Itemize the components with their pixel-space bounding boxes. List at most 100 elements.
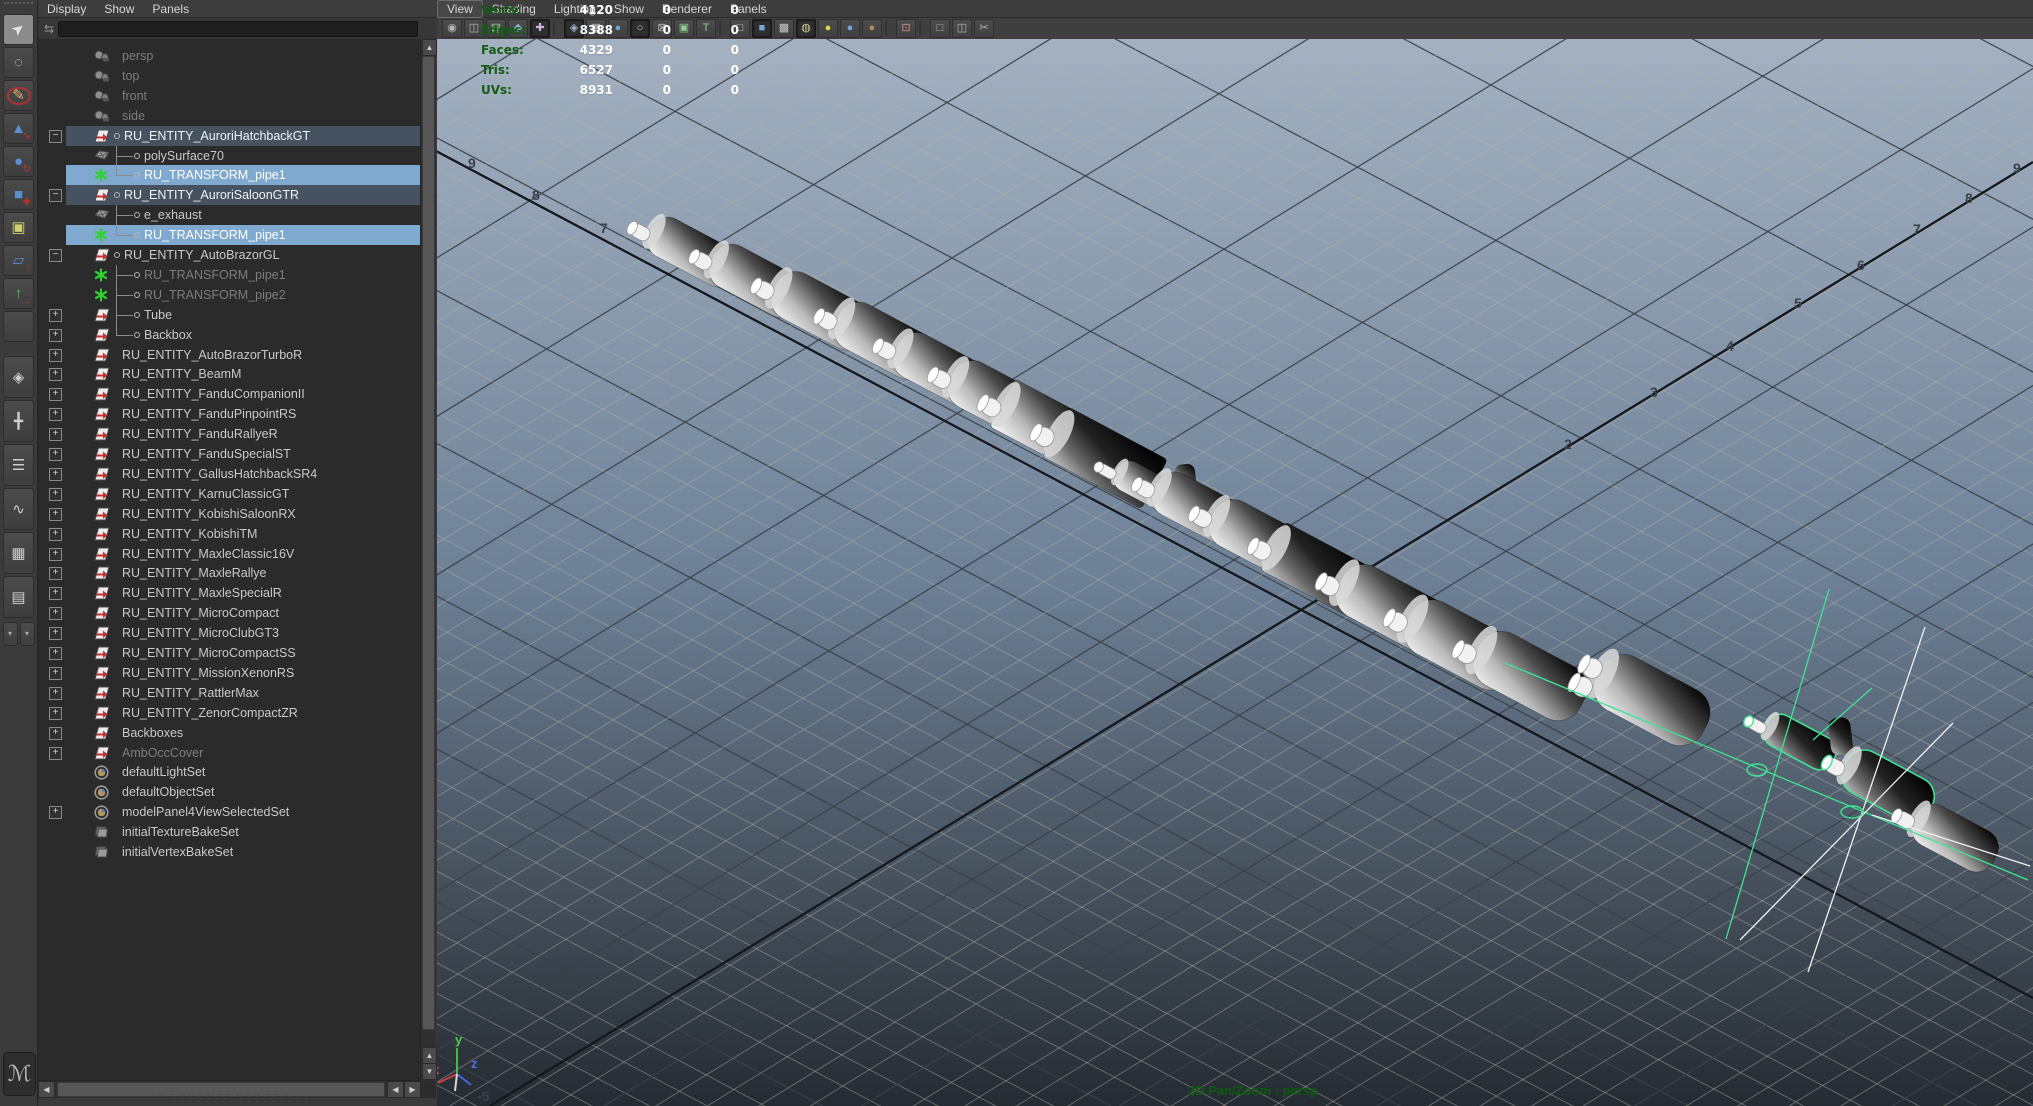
outliner-menu-panels[interactable]: Panels — [143, 1, 198, 17]
outliner-row-RU_ENTITY_MissionXenonRS[interactable]: +RU_ENTITY_MissionXenonRS — [38, 663, 421, 683]
outliner-row-RU_ENTITY_KarnuClassicGT[interactable]: +RU_ENTITY_KarnuClassicGT — [38, 484, 421, 504]
outliner-row-RU_ENTITY_MicroClubGT3[interactable]: +RU_ENTITY_MicroClubGT3 — [38, 623, 421, 643]
layout-dropdown-icon[interactable]: ▾ — [3, 622, 18, 646]
outliner-row-polySurface70[interactable]: polySurface70 — [38, 146, 421, 166]
collapse-icon[interactable]: − — [49, 130, 62, 143]
outliner-row-RU_ENTITY_AuroriHatchbackGT[interactable]: −RU_ENTITY_AuroriHatchbackGT — [38, 126, 421, 146]
outliner-row-front[interactable]: front — [38, 86, 421, 106]
outliner-row-RU_ENTITY_BeamM[interactable]: +RU_ENTITY_BeamM — [38, 364, 421, 384]
use-all-lights-icon[interactable]: ◍ — [796, 19, 816, 38]
snip-icon[interactable]: ✂ — [974, 19, 994, 38]
outliner-row-RU_ENTITY_AutoBrazorGL[interactable]: −RU_ENTITY_AutoBrazorGL — [38, 245, 421, 265]
outliner-row-RU_TRANSFORM_pipe2[interactable]: RU_TRANSFORM_pipe2 — [38, 285, 421, 305]
outliner-row-Backboxes[interactable]: +Backboxes — [38, 723, 421, 743]
single-pane-layout[interactable]: ◈ — [3, 356, 34, 398]
collapse-icon[interactable]: − — [49, 249, 62, 262]
outliner-row-RU_ENTITY_AuroriSaloonGTR[interactable]: −RU_ENTITY_AuroriSaloonGTR — [38, 185, 421, 205]
outliner-row-Tube[interactable]: +Tube — [38, 305, 421, 325]
select-tool[interactable]: ➤ — [3, 14, 34, 45]
outliner-row-RU_ENTITY_ZenorCompactZR[interactable]: +RU_ENTITY_ZenorCompactZR — [38, 703, 421, 723]
scroll-down-icon[interactable]: ▼ — [422, 1063, 437, 1080]
lasso-select-tool[interactable]: ◌ — [3, 47, 34, 78]
outliner-row-initialTextureBakeSet[interactable]: initialTextureBakeSet — [38, 822, 421, 842]
expand-icon[interactable]: + — [49, 488, 62, 501]
expand-icon[interactable]: + — [49, 687, 62, 700]
outliner-menu-show[interactable]: Show — [95, 1, 143, 17]
expand-icon[interactable]: + — [49, 468, 62, 481]
outliner-row-defaultObjectSet[interactable]: defaultObjectSet — [38, 782, 421, 802]
scale-tool[interactable]: ■✚ — [3, 179, 34, 210]
scroll-left-icon[interactable]: ◀ — [387, 1081, 404, 1098]
expand-icon[interactable]: + — [49, 667, 62, 680]
outliner-row-RU_TRANSFORM_pipe1[interactable]: RU_TRANSFORM_pipe1 — [38, 225, 421, 245]
hscroll-thumb[interactable]: · · · · · · · · · · · · · · · · · · · · — [57, 1082, 385, 1097]
rotate-tool[interactable]: ●↻ — [3, 146, 34, 177]
maya-logo-icon[interactable]: ℳ — [3, 1052, 36, 1096]
outliner-row-RU_TRANSFORM_pipe1[interactable]: RU_TRANSFORM_pipe1 — [38, 165, 421, 185]
no-light-icon[interactable]: ● — [862, 19, 882, 38]
viewport-menu-view[interactable]: View — [437, 0, 483, 18]
expand-icon[interactable]: + — [49, 388, 62, 401]
scroll-up-icon[interactable]: ▲ — [422, 39, 437, 56]
expand-icon[interactable]: + — [49, 627, 62, 640]
outliner-row-persp[interactable]: persp — [38, 46, 421, 66]
outliner-menu-display[interactable]: Display — [38, 1, 95, 17]
outliner-row-RU_ENTITY_FanduSpecialST[interactable]: +RU_ENTITY_FanduSpecialST — [38, 444, 421, 464]
scroll-up-icon[interactable]: ▲ — [422, 1047, 437, 1064]
outliner-row-RU_ENTITY_KobishiTM[interactable]: +RU_ENTITY_KobishiTM — [38, 524, 421, 544]
outliner-tree[interactable]: persptopfrontside−RU_ENTITY_AuroriHatchb… — [38, 39, 421, 1081]
outliner-row-modelPanel4ViewSelectedSet[interactable]: +modelPanel4ViewSelectedSet — [38, 802, 421, 822]
outliner-row-RU_ENTITY_MicroCompact[interactable]: +RU_ENTITY_MicroCompact — [38, 603, 421, 623]
outliner-row-RU_ENTITY_GallusHatchbackSR4[interactable]: +RU_ENTITY_GallusHatchbackSR4 — [38, 464, 421, 484]
scroll-left-icon[interactable]: ◀ — [38, 1081, 55, 1098]
expand-icon[interactable]: + — [49, 548, 62, 561]
flat-light-icon[interactable]: ● — [840, 19, 860, 38]
outliner-row-RU_ENTITY_MaxleSpecialR[interactable]: +RU_ENTITY_MaxleSpecialR — [38, 583, 421, 603]
expand-icon[interactable]: + — [49, 587, 62, 600]
outliner-vscrollbar[interactable]: ▲ ▲ ▼ — [420, 39, 436, 1081]
expand-icon[interactable]: + — [49, 428, 62, 441]
show-manipulator-tool[interactable]: ↑→ — [3, 278, 34, 309]
outliner-row-RU_ENTITY_AutoBrazorTurboR[interactable]: +RU_ENTITY_AutoBrazorTurboR — [38, 345, 421, 365]
move-tool[interactable]: ▲➘ — [3, 113, 34, 144]
outliner-row-RU_ENTITY_MicroCompactSS[interactable]: +RU_ENTITY_MicroCompactSS — [38, 643, 421, 663]
expand-icon[interactable]: + — [49, 448, 62, 461]
pane-graph-layout[interactable]: ∿ — [3, 488, 34, 530]
expand-icon[interactable]: + — [49, 806, 62, 819]
expand-icon[interactable]: + — [49, 528, 62, 541]
outliner-row-initialVertexBakeSet[interactable]: initialVertexBakeSet — [38, 842, 421, 862]
exposure-icon[interactable]: ◫ — [952, 19, 972, 38]
paint-select-tool[interactable]: ✎ — [3, 80, 34, 111]
four-pane-layout[interactable]: ╋ — [3, 400, 34, 442]
outliner-row-defaultLightSet[interactable]: defaultLightSet — [38, 762, 421, 782]
expand-icon[interactable]: + — [49, 707, 62, 720]
layout-dropdown-icon[interactable]: ▾ — [20, 622, 35, 646]
universal-manipulator-tool[interactable]: ▣ — [3, 212, 34, 243]
hypershade-layout[interactable]: ▦ — [3, 532, 34, 574]
scroll-right-icon[interactable]: ▶ — [404, 1081, 421, 1098]
outliner-row-e_exhaust[interactable]: e_exhaust — [38, 205, 421, 225]
expand-icon[interactable]: + — [49, 747, 62, 760]
select-camera-icon[interactable]: ◉ — [442, 19, 462, 38]
expand-icon[interactable]: + — [49, 727, 62, 740]
expand-icon[interactable]: + — [49, 329, 62, 342]
isolate-select-icon[interactable]: ⊡ — [896, 19, 916, 38]
outliner-row-AmbOccCover[interactable]: +AmbOccCover — [38, 743, 421, 763]
last-tool[interactable] — [3, 311, 34, 342]
outliner-row-RU_ENTITY_FanduRallyeR[interactable]: +RU_ENTITY_FanduRallyeR — [38, 424, 421, 444]
outliner-row-Backbox[interactable]: +Backbox — [38, 325, 421, 345]
outliner-row-top[interactable]: top — [38, 66, 421, 86]
shaded-icon[interactable]: ■ — [752, 19, 772, 38]
expand-icon[interactable]: + — [49, 368, 62, 381]
outliner-hscrollbar[interactable]: ◀ · · · · · · · · · · · · · · · · · · · … — [38, 1080, 421, 1098]
filter-icon[interactable]: ⇆ — [44, 22, 54, 36]
expand-icon[interactable]: + — [49, 508, 62, 521]
expand-icon[interactable]: + — [49, 309, 62, 322]
textured-icon[interactable]: ▩ — [774, 19, 794, 38]
expand-icon[interactable]: + — [49, 408, 62, 421]
xray-icon[interactable]: □ — [930, 19, 950, 38]
outliner-search-input[interactable] — [58, 21, 418, 37]
vscroll-thumb[interactable] — [422, 56, 435, 1030]
outliner-row-RU_ENTITY_FanduPinpointRS[interactable]: +RU_ENTITY_FanduPinpointRS — [38, 404, 421, 424]
collapse-icon[interactable]: − — [49, 189, 62, 202]
